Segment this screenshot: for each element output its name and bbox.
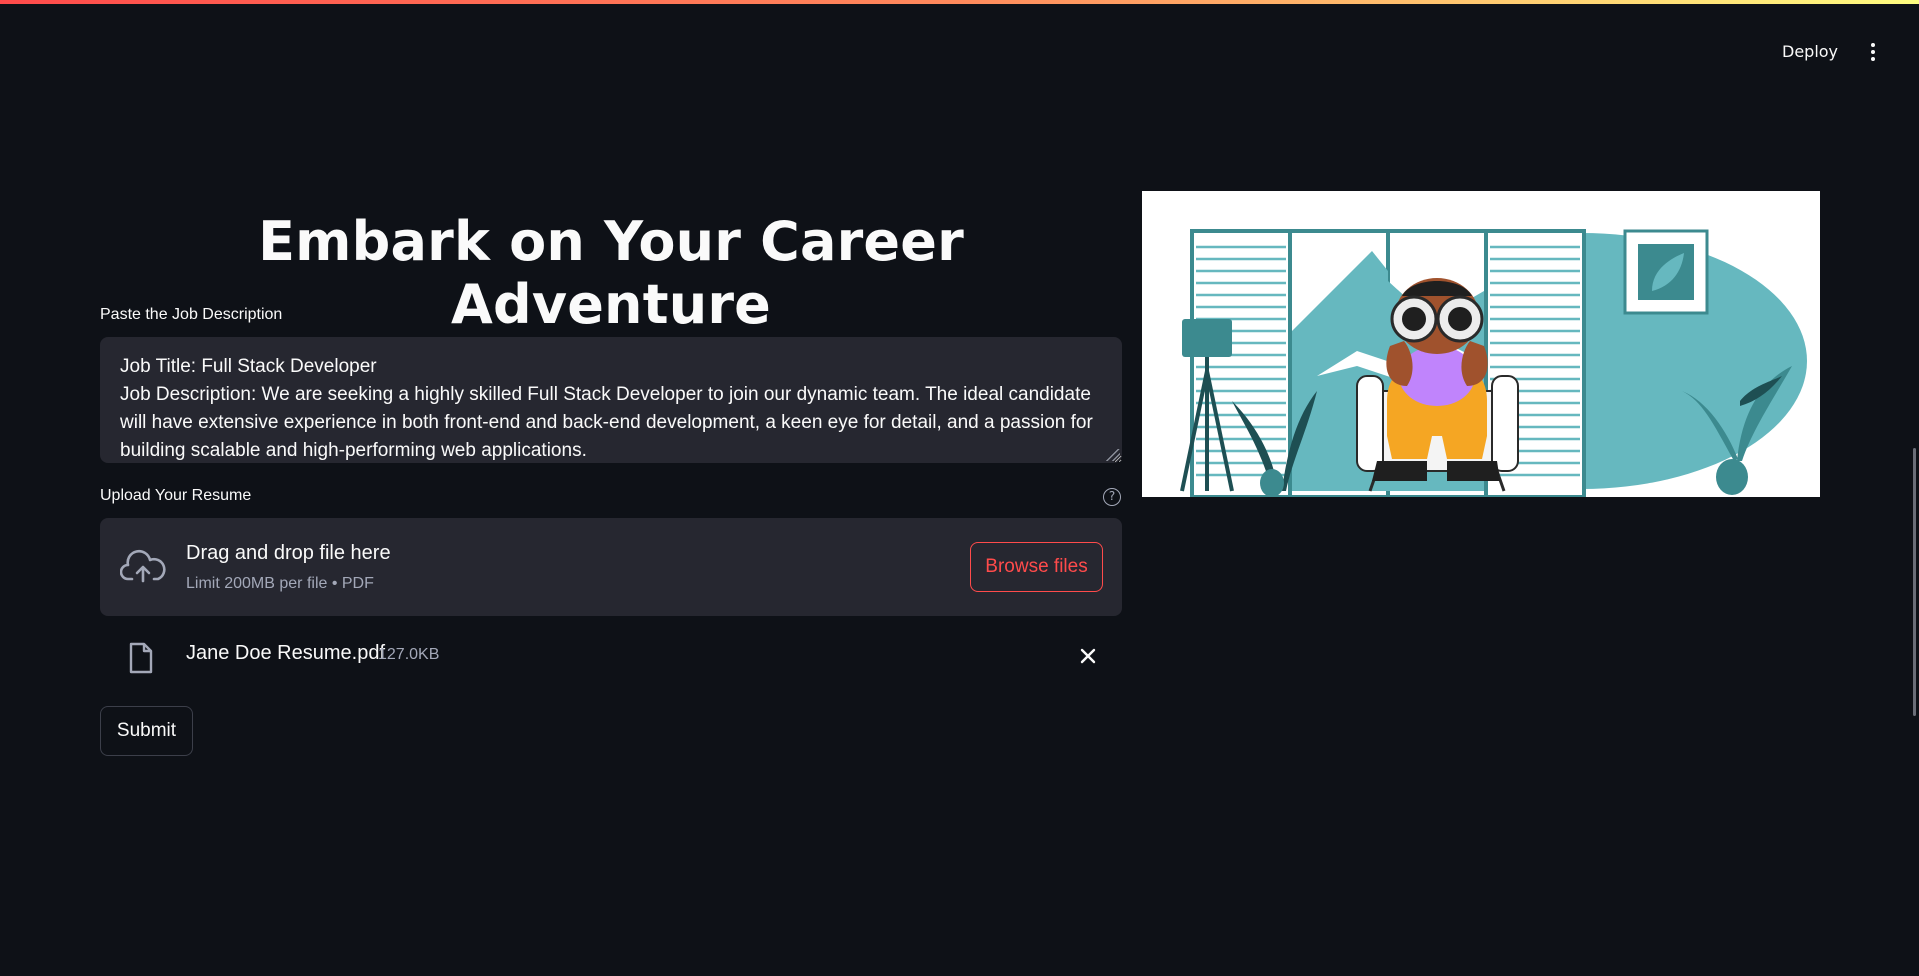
job-description-label: Paste the Job Description (100, 306, 283, 323)
resume-upload-label: Upload Your Resume (100, 487, 252, 504)
menu-dot (1871, 57, 1875, 61)
job-description-textarea[interactable]: Job Title: Full Stack Developer Job Desc… (100, 337, 1122, 463)
cloud-upload-icon (120, 549, 166, 583)
uploaded-file-size: 127.0KB (378, 646, 440, 663)
close-icon[interactable] (1074, 642, 1102, 670)
person-with-binoculars-illustration (1142, 191, 1820, 497)
help-circle-icon[interactable]: ? (1103, 488, 1121, 506)
app-header: Deploy (0, 4, 1919, 92)
textarea-resize-handle[interactable] (1106, 449, 1120, 461)
dropzone-title: Drag and drop file here (186, 542, 391, 564)
page-scrollbar[interactable] (1913, 448, 1916, 716)
uploaded-file-row: Jane Doe Resume.pdf 127.0KB (100, 632, 1122, 680)
deploy-button[interactable]: Deploy (1770, 36, 1850, 68)
career-illustration (1142, 191, 1820, 497)
browse-files-button[interactable]: Browse files (970, 542, 1103, 592)
file-icon (129, 642, 153, 674)
file-dropzone[interactable]: Drag and drop file here Limit 200MB per … (100, 518, 1122, 616)
menu-dot (1871, 43, 1875, 47)
dropzone-limit-text: Limit 200MB per file • PDF (186, 575, 374, 592)
uploaded-file-name: Jane Doe Resume.pdf (186, 642, 386, 664)
menu-dot (1871, 50, 1875, 54)
submit-button[interactable]: Submit (100, 706, 193, 756)
kebab-menu-icon[interactable] (1860, 36, 1886, 68)
